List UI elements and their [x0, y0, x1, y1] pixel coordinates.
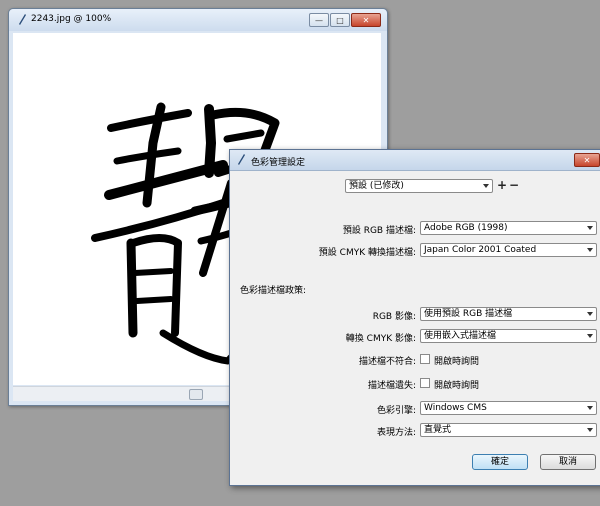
intent-dropdown[interactable]: 直覺式: [420, 423, 597, 437]
dropdown-arrow-icon: [483, 184, 489, 188]
engine-dropdown[interactable]: Windows CMS: [420, 401, 597, 415]
engine-value: Windows CMS: [424, 403, 487, 413]
convert-cmyk-dropdown[interactable]: 使用嵌入式描述檔: [420, 329, 597, 343]
minimize-icon[interactable]: —: [309, 13, 329, 27]
missing-checkbox[interactable]: [420, 378, 430, 388]
image-window-title: 2243.jpg @ 100%: [31, 14, 112, 24]
cmyk-profile-dropdown[interactable]: Japan Color 2001 Coated: [420, 243, 597, 257]
cmyk-profile-label: 預設 CMYK 轉換描述檔:: [318, 248, 416, 258]
dropdown-arrow-icon: [587, 334, 593, 338]
dialog-body: 預設: 預設 (已修改) + − 預設 RGB 描述檔: Adobe RGB (…: [230, 171, 600, 485]
close-icon[interactable]: ✕: [574, 153, 600, 167]
convert-cmyk-value: 使用嵌入式描述檔: [424, 331, 497, 341]
intent-value: 直覺式: [424, 425, 452, 435]
cmyk-profile-value: Japan Color 2001 Coated: [424, 245, 537, 255]
close-icon[interactable]: ✕: [351, 13, 381, 27]
missing-checkbox-label[interactable]: 開啟時詢問: [434, 378, 479, 391]
engine-label: 色彩引擎:: [376, 406, 416, 416]
maximize-icon[interactable]: □: [330, 13, 350, 27]
dropdown-arrow-icon: [587, 248, 593, 252]
dropdown-arrow-icon: [587, 428, 593, 432]
rgb-images-label: RGB 影像:: [372, 312, 416, 322]
convert-cmyk-label: 轉換 CMYK 影像:: [345, 334, 416, 344]
image-window-titlebar[interactable]: 2243.jpg @ 100% — □ ✕: [9, 9, 387, 31]
add-icon[interactable]: +: [497, 179, 507, 191]
app-pen-icon: [238, 154, 245, 165]
remove-icon[interactable]: −: [509, 179, 519, 191]
dropdown-arrow-icon: [587, 226, 593, 230]
rgb-profile-value: Adobe RGB (1998): [424, 223, 508, 233]
rgb-images-dropdown[interactable]: 使用預設 RGB 描述檔: [420, 307, 597, 321]
app-pen-icon: [19, 14, 26, 25]
intent-label: 表現方法:: [376, 428, 416, 438]
rgb-profile-dropdown[interactable]: Adobe RGB (1998): [420, 221, 597, 235]
cancel-button[interactable]: 取消: [540, 454, 596, 470]
ok-button[interactable]: 確定: [472, 454, 528, 470]
dialog-title: 色彩管理設定: [251, 158, 306, 168]
rgb-profile-label: 預設 RGB 描述檔:: [342, 226, 416, 236]
color-management-dialog: 色彩管理設定 ✕ 預設: 預設 (已修改) + − 預設 RGB 描述檔: Ad…: [229, 149, 600, 486]
scrollbar-thumb[interactable]: [189, 389, 203, 400]
mismatch-checkbox[interactable]: [420, 354, 430, 364]
dropdown-arrow-icon: [587, 406, 593, 410]
mismatch-checkbox-label[interactable]: 開啟時詢問: [434, 354, 479, 367]
window-controls: — □ ✕: [308, 13, 381, 27]
policies-heading: 色彩描述檔政策:: [240, 286, 307, 296]
mismatch-label: 描述檔不符合:: [358, 357, 416, 367]
rgb-images-value: 使用預設 RGB 描述檔: [424, 309, 513, 319]
preset-dropdown[interactable]: 預設 (已修改): [345, 179, 493, 193]
missing-label: 描述檔遺失:: [367, 381, 416, 391]
dropdown-arrow-icon: [587, 312, 593, 316]
preset-value: 預設 (已修改): [349, 181, 404, 191]
dialog-titlebar[interactable]: 色彩管理設定 ✕: [230, 150, 600, 171]
